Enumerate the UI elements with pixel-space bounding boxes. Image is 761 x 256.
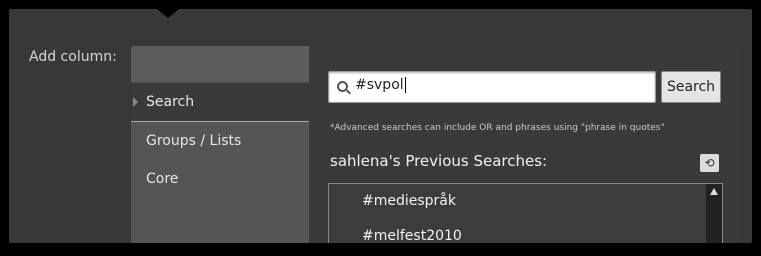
text-caret (404, 77, 406, 93)
list-item[interactable]: #mediespråk (329, 184, 722, 219)
search-hint: *Advanced searches can include OR and ph… (330, 123, 665, 133)
search-icon (337, 81, 348, 92)
add-column-label: Add column: (29, 49, 117, 65)
sidebar-header (131, 46, 309, 83)
column-type-nav: Search Groups / Lists Core (131, 83, 309, 198)
search-button[interactable]: Search (661, 71, 721, 103)
previous-searches-title: sahlena's Previous Searches: (330, 152, 548, 170)
add-column-panel: Add column: Search Groups / Lists Core #… (9, 9, 752, 243)
nav-item-groups-lists[interactable]: Groups / Lists (131, 122, 309, 160)
previous-searches-list: #mediespråk #melfest2010 (328, 183, 723, 243)
scrollbar[interactable] (706, 184, 722, 243)
nav-item-label: Core (146, 171, 179, 187)
search-input[interactable]: #svpol (328, 71, 656, 103)
nav-item-core[interactable]: Core (131, 160, 309, 198)
nav-item-label: Search (146, 94, 195, 110)
search-content: #svpol Search *Advanced searches can inc… (309, 46, 740, 243)
refresh-icon[interactable]: ⟲ (700, 154, 719, 172)
pointer-notch (157, 9, 179, 18)
nav-item-label: Groups / Lists (146, 133, 242, 149)
scroll-up-arrow-icon[interactable] (710, 188, 718, 195)
search-input-value: #svpol (355, 77, 404, 93)
column-picker: Search Groups / Lists Core #svpol Search… (131, 46, 740, 243)
list-item[interactable]: #melfest2010 (329, 219, 722, 243)
nav-item-search[interactable]: Search (131, 83, 309, 122)
chevron-right-icon (133, 97, 138, 107)
